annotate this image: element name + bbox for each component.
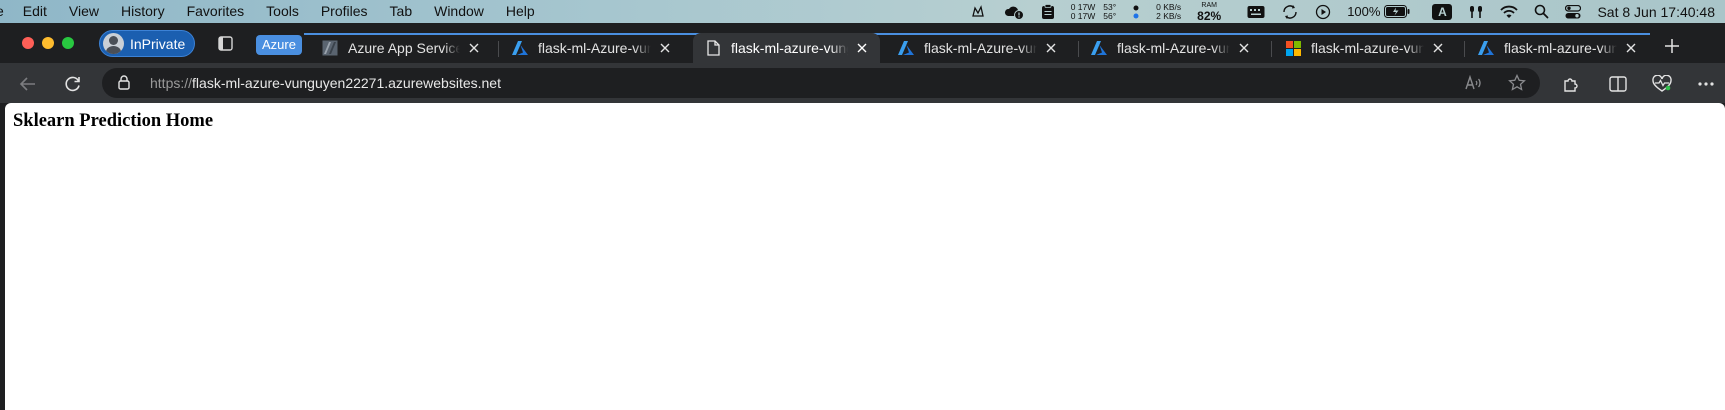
status-area: 0 17W 0 17W 53° 56° 0 KB/s 2 KB/s RAM 82… <box>953 0 1725 23</box>
tab-actions-icon[interactable] <box>218 36 233 56</box>
tab-group-label[interactable]: Azure <box>256 35 302 55</box>
more-menu-icon[interactable] <box>1695 73 1717 95</box>
close-window-button[interactable] <box>22 37 34 49</box>
network-readout[interactable]: 0 KB/s 2 KB/s <box>1156 0 1181 23</box>
temperature-readout[interactable]: 53° 56° <box>1103 0 1116 23</box>
menu-help[interactable]: Help <box>495 0 546 23</box>
inprivate-profile-button[interactable]: InPrivate <box>99 30 195 57</box>
control-center-icon[interactable] <box>1565 0 1582 23</box>
tab-title: flask-ml-azure-vunguyen <box>1504 40 1617 56</box>
tab-separator <box>1464 41 1465 57</box>
menu-view[interactable]: View <box>58 0 110 23</box>
tab-list: Azure Azure App Service flask-ml-Azure-v… <box>253 33 1650 63</box>
input-source-icon[interactable]: A <box>1432 3 1453 20</box>
back-arrow-icon[interactable] <box>17 73 39 95</box>
url-text[interactable]: https://flask-ml-azure-vunguyen22271.azu… <box>150 75 501 91</box>
tab-strip: InPrivate Azure Azure App Service flask-… <box>0 23 1725 63</box>
azure-icon <box>898 40 914 56</box>
tab-title: flask-ml-azure-vunguyen <box>1311 40 1424 56</box>
airpods-icon[interactable] <box>1468 0 1484 23</box>
tab-flask-ml-azure-5[interactable]: flask-ml-azure-vunguyen <box>1273 33 1456 63</box>
browser-essentials-icon[interactable] <box>1651 73 1673 95</box>
browser-toolbar: https://flask-ml-azure-vunguyen22271.azu… <box>0 63 1725 103</box>
url-scheme: https:// <box>150 75 193 91</box>
tab-title: flask-ml-Azure-vunguyen <box>924 40 1037 56</box>
page-heading: Sklearn Prediction Home <box>13 111 214 131</box>
battery-percent[interactable]: 100% <box>1347 0 1380 23</box>
power-line-2: 0 17W <box>1070 10 1096 21</box>
menu-app[interactable]: e <box>0 0 12 23</box>
minimize-window-button[interactable] <box>42 37 54 49</box>
split-screen-icon[interactable] <box>1607 73 1629 95</box>
clipboard-icon[interactable] <box>1041 0 1055 23</box>
new-tab-plus-icon[interactable] <box>1665 39 1679 58</box>
net-down: 2 KB/s <box>1156 10 1182 21</box>
menu-favorites[interactable]: Favorites <box>176 0 256 23</box>
lock-icon[interactable] <box>118 75 130 95</box>
macos-menu-bar: e Edit View History Favorites Tools Prof… <box>0 0 1725 23</box>
power-readout[interactable]: 0 17W 0 17W <box>1071 0 1096 23</box>
tab-title: flask-ml-Azure-vunguyen <box>538 40 651 56</box>
close-icon[interactable] <box>466 40 482 56</box>
extensions-icon[interactable] <box>1560 73 1582 95</box>
refresh-icon[interactable] <box>62 73 84 95</box>
cloud-sync-icon[interactable] <box>969 0 987 23</box>
tab-separator <box>498 41 499 57</box>
tab-flask-ml-azure-4[interactable]: flask-ml-Azure-vunguyen <box>1079 33 1262 63</box>
avatar <box>103 33 124 54</box>
tab-flask-ml-azure-1[interactable]: flask-ml-Azure-vunguyen <box>500 33 683 63</box>
keyboard-icon[interactable] <box>1247 0 1265 23</box>
tab-flask-ml-azure-3[interactable]: flask-ml-Azure-vunguyen <box>886 33 1069 63</box>
favorite-star-icon[interactable] <box>1507 73 1527 93</box>
microsoft-icon <box>1285 40 1301 56</box>
close-icon[interactable] <box>1236 40 1252 56</box>
app-service-icon <box>322 40 338 56</box>
close-icon[interactable] <box>1043 40 1059 56</box>
menu-edit[interactable]: Edit <box>12 0 58 23</box>
battery-icon[interactable] <box>1384 0 1410 23</box>
close-icon[interactable] <box>854 40 870 56</box>
tab-title: flask-ml-azure-vunguyen <box>731 40 848 56</box>
tab-separator <box>1271 41 1272 57</box>
menu-window[interactable]: Window <box>423 0 495 23</box>
read-aloud-icon[interactable] <box>1464 73 1484 93</box>
azure-icon <box>1091 40 1107 56</box>
page-icon <box>705 40 721 56</box>
close-icon[interactable] <box>1623 40 1639 56</box>
ram-readout[interactable]: RAM 82% <box>1197 0 1221 23</box>
url-host: flask-ml-azure-vunguyen22271.azurewebsit… <box>192 75 501 91</box>
menu-tools[interactable]: Tools <box>255 0 310 23</box>
azure-icon <box>512 40 528 56</box>
web-content: Sklearn Prediction Home <box>5 103 1725 410</box>
menu-tab[interactable]: Tab <box>379 0 424 23</box>
tab-flask-ml-azure-active[interactable]: flask-ml-azure-vunguyen <box>693 33 880 63</box>
cloud-alert-icon[interactable] <box>1003 0 1025 23</box>
close-icon[interactable] <box>657 40 673 56</box>
menubar-clock[interactable]: Sat 8 Jun 17:40:48 <box>1597 0 1715 23</box>
zoom-window-button[interactable] <box>62 37 74 49</box>
menu-list: e Edit View History Favorites Tools Prof… <box>0 0 546 23</box>
address-bar[interactable]: https://flask-ml-azure-vunguyen22271.azu… <box>102 68 1540 98</box>
menu-history[interactable]: History <box>110 0 176 23</box>
close-icon[interactable] <box>1430 40 1446 56</box>
menu-profiles[interactable]: Profiles <box>310 0 379 23</box>
azure-icon <box>1478 40 1494 56</box>
temp-line-2: 56° <box>1103 10 1117 21</box>
ram-value: 82% <box>1197 8 1222 23</box>
wifi-icon[interactable] <box>1500 0 1519 23</box>
tab-azure-app-service[interactable]: Azure App Service <box>310 33 492 63</box>
tab-title: Azure App Service <box>348 40 460 56</box>
activity-dots-icon[interactable] <box>1132 0 1140 23</box>
play-icon[interactable] <box>1315 0 1331 23</box>
tab-flask-ml-azure-6[interactable]: flask-ml-azure-vunguyen <box>1466 33 1649 63</box>
inprivate-label: InPrivate <box>130 35 186 52</box>
tab-title: flask-ml-Azure-vunguyen <box>1117 40 1230 56</box>
spotlight-search-icon[interactable] <box>1534 0 1549 23</box>
sync-icon[interactable] <box>1281 0 1299 23</box>
